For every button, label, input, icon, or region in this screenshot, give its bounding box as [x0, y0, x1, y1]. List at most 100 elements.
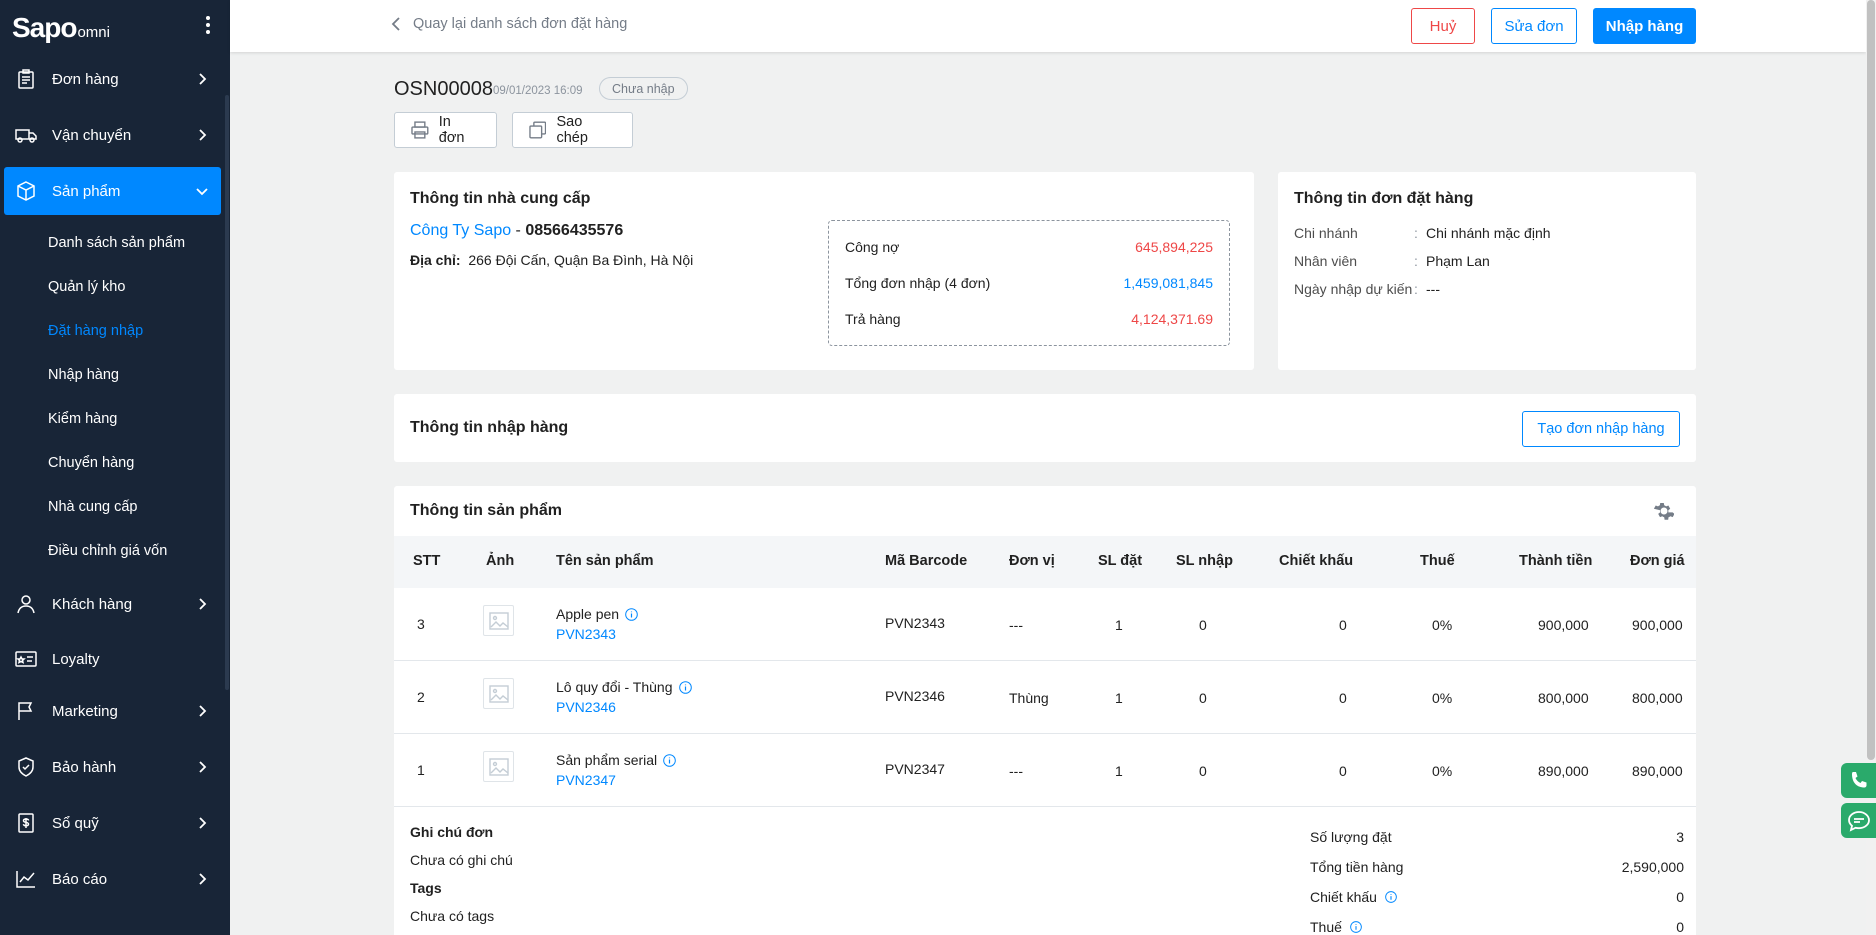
- col-stt: STT: [413, 553, 441, 569]
- eta-row: Ngày nhập dự kiến : ---: [1294, 281, 1440, 297]
- info-icon[interactable]: [625, 607, 638, 621]
- chevron-right-icon: [199, 817, 207, 829]
- create-import-button[interactable]: Tạo đơn nhập hàng: [1522, 411, 1680, 447]
- cell-price: 890,000: [1632, 763, 1683, 779]
- summary-qty-row: Số lượng đặt 3: [1310, 829, 1684, 845]
- sidebar-item-products[interactable]: Sản phẩm: [4, 167, 221, 215]
- info-icon[interactable]: [1385, 891, 1397, 903]
- back-link[interactable]: Quay lại danh sách đơn đặt hàng: [391, 16, 627, 32]
- sapo-logo[interactable]: Sapo omni: [0, 0, 230, 56]
- top-bar: Quay lại danh sách đơn đặt hàng Huỷ Sửa …: [230, 0, 1866, 52]
- info-icon[interactable]: [1350, 921, 1362, 933]
- chevron-right-icon: [199, 705, 207, 717]
- cell-barcode: PVN2346: [885, 688, 945, 704]
- sidebar-item-shipping[interactable]: Vận chuyển: [4, 111, 221, 159]
- product-image-placeholder: [483, 751, 514, 782]
- sidebar-subitem-stock-check[interactable]: Kiểm hàng: [48, 411, 117, 427]
- image-placeholder-icon: [488, 757, 509, 776]
- import-goods-button[interactable]: Nhập hàng: [1593, 8, 1696, 44]
- product-sku-link[interactable]: PVN2347: [556, 772, 616, 788]
- sidebar-subitem-receive-goods[interactable]: Nhập hàng: [48, 367, 119, 383]
- cell-tax: 0%: [1432, 763, 1453, 779]
- chat-icon: [1847, 810, 1870, 832]
- edit-order-button[interactable]: Sửa đơn: [1491, 8, 1577, 44]
- col-qty-ordered: SL đặt: [1098, 553, 1143, 569]
- image-placeholder-icon: [488, 611, 509, 630]
- cell-barcode: PVN2347: [885, 761, 945, 777]
- cell-qty-ordered: 1: [1115, 763, 1123, 779]
- supplier-address: 266 Đội Cấn, Quận Ba Đình, Hà Nội: [468, 252, 694, 268]
- sidebar-item-warranty[interactable]: Bảo hành: [4, 743, 221, 791]
- gear-icon[interactable]: [1652, 500, 1674, 522]
- cell-total: 900,000: [1538, 617, 1589, 633]
- product-sku-link[interactable]: PVN2346: [556, 699, 616, 715]
- table-row: 2 Lô quy đổi - Thùng PVN2346 PVN2346 Thù…: [394, 661, 1696, 734]
- product-name: Sản phẩm serial: [556, 752, 676, 768]
- sidebar-item-label: Sản phẩm: [52, 182, 121, 200]
- sidebar-subitem-cost-adjust[interactable]: Điều chỉnh giá vốn: [48, 543, 167, 559]
- col-name: Tên sản phẩm: [556, 553, 654, 569]
- chevron-right-icon: [199, 129, 207, 141]
- supplier-phone: 08566435576: [525, 222, 624, 239]
- product-sku-link[interactable]: PVN2343: [556, 626, 616, 642]
- info-icon[interactable]: [678, 680, 692, 694]
- sidebar-subitem-suppliers[interactable]: Nhà cung cấp: [48, 499, 137, 515]
- total-orders-value[interactable]: 1,459,081,845: [1123, 275, 1213, 291]
- sidebar-scrollbar[interactable]: [225, 95, 229, 690]
- logo-sub: omni: [77, 23, 110, 41]
- debt-value: 645,894,225: [1135, 239, 1213, 255]
- cancel-button[interactable]: Huỷ: [1411, 8, 1475, 44]
- cell-unit: ---: [1009, 763, 1023, 779]
- sidebar-item-loyalty[interactable]: Loyalty: [4, 635, 221, 683]
- cell-discount: 0: [1339, 617, 1347, 633]
- sidebar-item-label: Báo cáo: [52, 870, 108, 888]
- cell-discount: 0: [1339, 690, 1347, 706]
- sidebar-item-label: Đơn hàng: [52, 70, 119, 88]
- sidebar-subitem-inventory[interactable]: Quản lý kho: [48, 279, 125, 295]
- summary-tax-label: Thuế: [1310, 919, 1342, 935]
- sidebar-item-cashbook[interactable]: Sổ quỹ: [4, 799, 221, 847]
- chevron-right-icon: [199, 873, 207, 885]
- cell-price: 800,000: [1632, 690, 1683, 706]
- sidebar-subitem-transfer[interactable]: Chuyển hàng: [48, 455, 134, 471]
- products-title: Thông tin sản phẩm: [410, 502, 562, 519]
- sidebar-item-label: Sổ quỹ: [52, 814, 99, 832]
- staff-row: Nhân viên : Phạm Lan: [1294, 253, 1490, 269]
- col-discount: Chiết khấu: [1279, 553, 1354, 569]
- cell-tax: 0%: [1432, 690, 1453, 706]
- supplier-separator: -: [511, 222, 526, 239]
- chat-button[interactable]: [1841, 803, 1876, 838]
- cell-price: 900,000: [1632, 617, 1683, 633]
- copy-button[interactable]: Sao chép: [512, 112, 633, 148]
- product-name-text: Lô quy đổi - Thùng: [556, 679, 673, 695]
- sidebar-subitem-purchase-orders[interactable]: Đặt hàng nhập: [48, 323, 143, 339]
- cell-total: 890,000: [1538, 763, 1589, 779]
- more-menu-icon[interactable]: [206, 16, 210, 34]
- call-button[interactable]: [1841, 763, 1876, 798]
- address-label: Địa chỉ:: [410, 252, 461, 268]
- sidebar-item-label: Khách hàng: [52, 595, 133, 613]
- supplier-card: Thông tin nhà cung cấp Công Ty Sapo - 08…: [394, 172, 1254, 370]
- sidebar-item-orders[interactable]: Đơn hàng: [4, 55, 221, 103]
- staff-value: Phạm Lan: [1426, 253, 1490, 269]
- summary-discount-row: Chiết khấu 0: [1310, 889, 1684, 905]
- tags-value: Chưa có tags: [410, 908, 495, 924]
- logo-brand: Sapo: [12, 12, 77, 43]
- supplier-address-line: Địa chỉ: 266 Đội Cấn, Quận Ba Đình, Hà N…: [410, 252, 693, 268]
- sidebar-item-reports[interactable]: Báo cáo: [4, 855, 221, 903]
- info-icon[interactable]: [663, 753, 676, 767]
- cashbook-icon: [15, 812, 37, 834]
- order-info-title: Thông tin đơn đặt hàng: [1294, 190, 1474, 207]
- cell-stt: 1: [417, 762, 425, 778]
- back-link-label: Quay lại danh sách đơn đặt hàng: [413, 16, 628, 32]
- sidebar-item-label: Bảo hành: [52, 758, 117, 776]
- sidebar-item-marketing[interactable]: Marketing: [4, 687, 221, 735]
- cell-qty-imported: 0: [1199, 617, 1207, 633]
- chevron-right-icon: [199, 73, 207, 85]
- col-price: Đơn giá: [1630, 553, 1685, 569]
- sidebar-item-customers[interactable]: Khách hàng: [4, 580, 221, 628]
- supplier-name-link[interactable]: Công Ty Sapo: [410, 222, 511, 239]
- debt-row: Công nợ 645,894,225: [845, 239, 1213, 255]
- print-button[interactable]: In đơn: [394, 112, 497, 148]
- sidebar-subitem-product-list[interactable]: Danh sách sản phẩm: [48, 235, 185, 251]
